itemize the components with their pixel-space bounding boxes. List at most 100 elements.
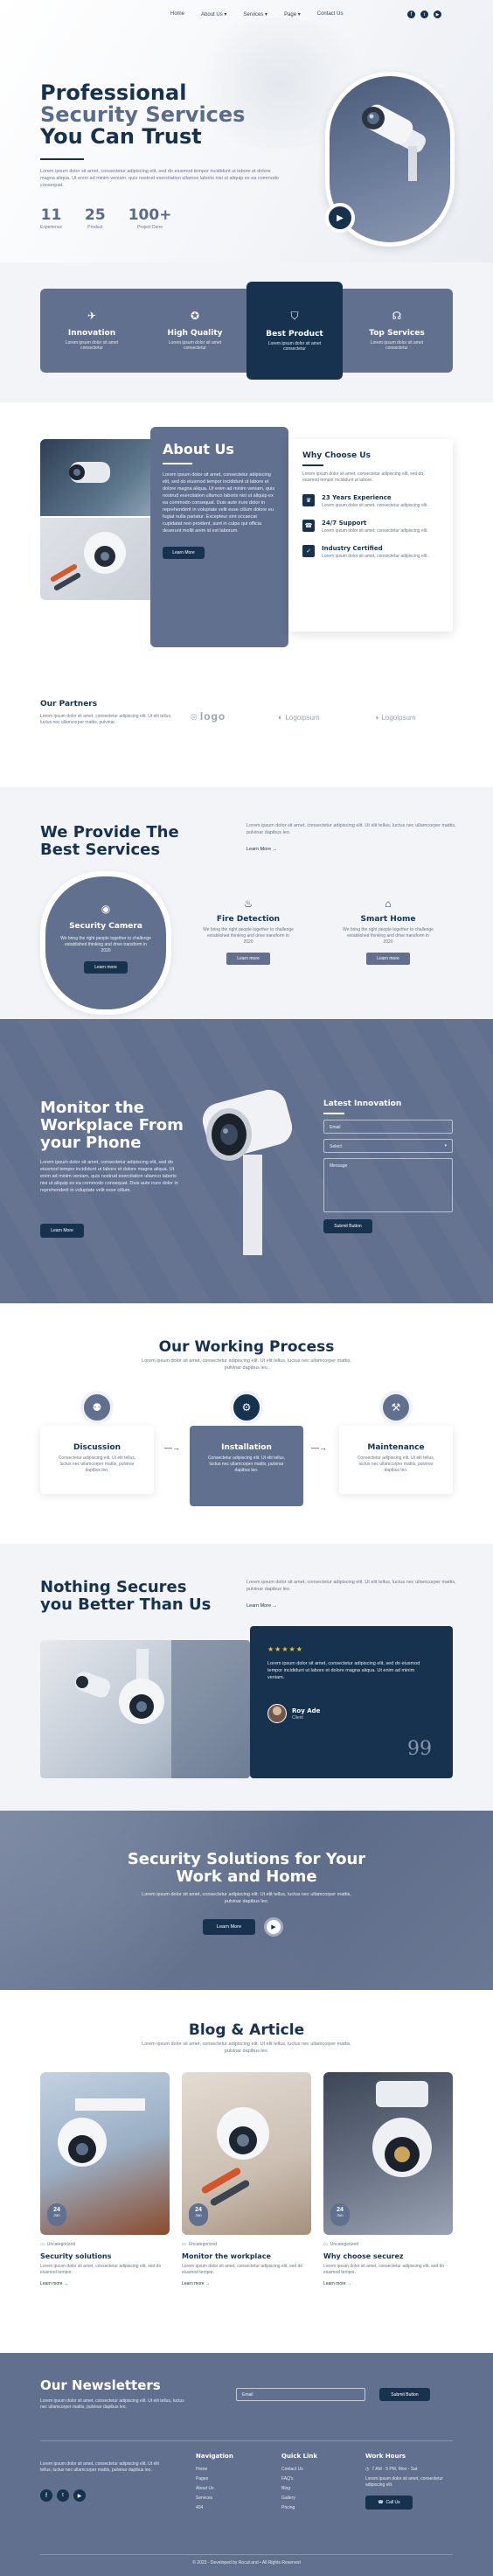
youtube-icon[interactable]: ▶ <box>73 2489 86 2502</box>
services-learn-more-link[interactable]: Learn More → <box>246 847 277 852</box>
newsletter-email-input[interactable]: Email <box>236 2388 365 2401</box>
process-step-maintenance[interactable]: ⚒ Maintenance Consectetur adipiscing eli… <box>339 1391 453 1494</box>
partners-title: Our Partners <box>40 700 98 709</box>
nothing-title-line: Nothing Secures <box>40 1578 187 1596</box>
wrench-icon: ⚒ <box>379 1391 413 1424</box>
feature-top-services[interactable]: ☊ Top Services Lorem ipsum dolor sit ame… <box>343 289 451 373</box>
feature-high-quality[interactable]: ✪ High Quality Lorem ipsum dolor sit ame… <box>143 289 246 373</box>
services-description: Lorem ipsum dolor sit amet, consectetur … <box>246 823 456 835</box>
footer-link-contact[interactable]: Contact Us <box>281 2467 317 2472</box>
twitter-icon[interactable]: t <box>420 10 428 18</box>
blog-post-title[interactable]: Why choose securez <box>323 2252 453 2260</box>
select-value: Select <box>330 1143 342 1149</box>
blog-post-title[interactable]: Security solutions <box>40 2252 170 2260</box>
facebook-icon[interactable]: f <box>407 10 415 18</box>
services-section: We Provide The Best Services Lorem ipsum… <box>0 787 493 1019</box>
blog-learn-more-link[interactable]: Learn more → <box>182 2281 311 2286</box>
process-section: Our Working Process Lorem ipsum dolor si… <box>0 1303 493 1544</box>
twitter-icon[interactable]: t <box>57 2489 69 2502</box>
process-step-discussion[interactable]: ⚉ Discussion Consectetur adipiscing elit… <box>40 1391 154 1494</box>
nothing-learn-more-link[interactable]: Learn More → <box>246 1603 277 1609</box>
blog-post-desc: Lorem ipsum dolor sit amet, consectetur … <box>40 2264 162 2275</box>
monitor-learn-more-button[interactable]: Learn More <box>40 1224 84 1238</box>
certificate-icon: ✓ <box>302 544 315 557</box>
footer-link-services[interactable]: Services <box>196 2496 233 2501</box>
hero-stats: 11 Experience 25 Product 100+ Project Do… <box>40 206 171 231</box>
footer-link-faq[interactable]: FAQ's <box>281 2476 317 2482</box>
facebook-icon[interactable]: f <box>40 2489 52 2502</box>
service-fire-detection[interactable]: ♨ Fire Detection We bring the right peop… <box>196 897 301 965</box>
nav-services[interactable]: Services ▾ <box>243 11 267 17</box>
call-us-button[interactable]: ☎ Call Us <box>365 2496 413 2510</box>
feature-desc: Lorem ipsum dolor sit amet consectetur <box>267 341 322 352</box>
bullet-camera-illustration <box>202 1089 293 1255</box>
partner-logo-text: Logoipsum <box>381 713 416 722</box>
feature-title: High Quality <box>167 329 223 338</box>
footer-link-gallery[interactable]: Gallery <box>281 2496 317 2501</box>
blog-card-1[interactable]: 24 Jun ▭ Uncategorized Security solution… <box>40 2072 170 2286</box>
quote-icon: 99 <box>407 1738 432 1760</box>
partner-logo-1: ◎ logo <box>191 710 226 723</box>
footer-link-about[interactable]: About Us <box>196 2486 233 2491</box>
footer-link-pricing[interactable]: Pricing <box>281 2505 317 2510</box>
footer-link-home[interactable]: Home <box>196 2467 233 2472</box>
nothing-description: Lorem ipsum dolor sit amet, consectetur … <box>246 1580 456 1592</box>
service-title: Security Camera <box>69 922 142 931</box>
nav-about[interactable]: About Us ▾ <box>201 11 226 17</box>
service-learn-more-button[interactable]: Learn more <box>84 961 128 974</box>
services-title-line: Best Services <box>40 841 161 859</box>
play-button[interactable]: ▶ <box>264 1917 283 1937</box>
why-item-title: 23 Years Experience <box>322 493 392 501</box>
blog-learn-more-link[interactable]: Learn more → <box>323 2281 453 2286</box>
message-field[interactable]: Message <box>323 1157 453 1212</box>
blog-card-2[interactable]: 24 Jun ▭ Uncategorized Monitor the workp… <box>182 2072 311 2286</box>
submit-button[interactable]: Submit Button <box>323 1218 372 1233</box>
navbar: Home About Us ▾ Services ▾ Page ▾ Contac… <box>0 9 493 21</box>
about-learn-more-button[interactable]: Learn More <box>163 546 205 559</box>
newsletter-submit-button[interactable]: Submit Button <box>379 2388 430 2401</box>
blog-post-title[interactable]: Monitor the workplace <box>182 2252 311 2260</box>
medal-icon: ✪ <box>190 310 200 322</box>
feature-best-product[interactable]: ⛉ Best Product Lorem ipsum dolor sit ame… <box>246 282 343 380</box>
service-learn-more-button[interactable]: Learn more <box>366 953 410 965</box>
service-security-camera[interactable]: ◉ Security Camera We bring the right peo… <box>40 871 171 1015</box>
form-title: Latest Innovation <box>323 1100 402 1108</box>
cta-learn-more-button[interactable]: Learn More <box>203 1919 255 1935</box>
dome-camera-illustration <box>74 1640 250 1778</box>
process-step-installation[interactable]: ⚙ Installation Consectetur adipiscing el… <box>190 1391 303 1506</box>
nav-home[interactable]: Home <box>170 11 184 17</box>
shield-check-icon: ⛉ <box>290 310 299 322</box>
feature-desc: Lorem ipsum dolor sit amet consectetur <box>370 340 424 351</box>
youtube-icon[interactable]: ▶ <box>434 10 441 18</box>
footer-link-404[interactable]: 404 <box>196 2505 233 2510</box>
footer-link-blog[interactable]: Blog <box>281 2486 317 2491</box>
email-field[interactable]: Email <box>323 1119 453 1134</box>
feature-innovation[interactable]: ✈ Innovation Lorem ipsum dolor sit amet … <box>40 289 143 373</box>
monitor-camera-image <box>194 1072 308 1255</box>
services-title-line: We Provide The <box>40 823 179 841</box>
nav-page[interactable]: Page ▾ <box>284 11 301 17</box>
step-desc: Consectetur adipiscing elit. Ut elit tel… <box>58 1456 136 1473</box>
blog-card-3[interactable]: 24 Jun ▭ Uncategorized Why choose secure… <box>323 2072 453 2286</box>
blog-learn-more-link[interactable]: Learn more → <box>40 2281 170 2286</box>
nav-contact[interactable]: Contact Us <box>317 11 344 17</box>
footer-link-pages[interactable]: Pages <box>196 2476 233 2482</box>
why-item-desc: Lorem ipsum dolor sit amet, consectetur … <box>322 527 428 534</box>
camera-dome-illustration <box>69 462 110 483</box>
select-field[interactable]: Select ▾ <box>323 1138 453 1153</box>
blog-category: ▭ Uncategorized <box>182 2242 311 2247</box>
folder-icon: ▭ <box>182 2242 186 2247</box>
why-choose-title: Why Choose Us <box>302 451 371 460</box>
footer-quick-links: Quick Link Contact Us FAQ's Blog Gallery… <box>281 2453 317 2510</box>
stat-number: 25 <box>85 206 106 224</box>
clock-icon: ◷ <box>365 2467 370 2472</box>
cta-title-line: Work and Home <box>176 1867 317 1886</box>
service-smart-home[interactable]: ⌂ Smart Home We bring the right people t… <box>336 897 441 965</box>
service-learn-more-button[interactable]: Learn more <box>226 953 270 965</box>
form-underline <box>323 1113 344 1114</box>
about-card: About Us Lorem ipsum dolor sit amet, con… <box>150 427 288 647</box>
why-item-experience: ♛ 23 Years Experience Lorem ipsum dolor … <box>302 493 439 509</box>
blog-date-day: 24 <box>195 2207 202 2213</box>
play-button[interactable]: ▶ <box>325 203 355 233</box>
footer-hours-title: Work Hours <box>365 2453 406 2460</box>
